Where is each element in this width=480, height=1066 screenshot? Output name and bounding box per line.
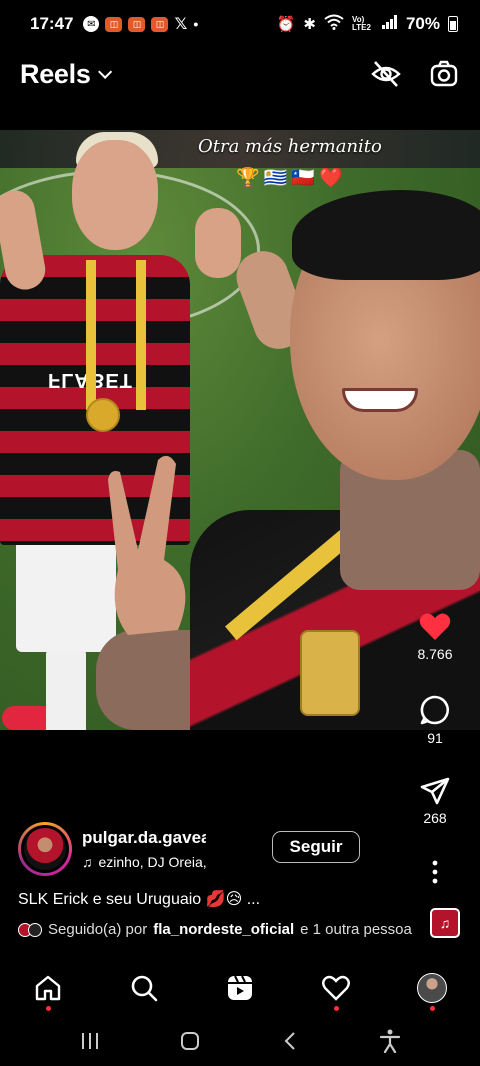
player-face <box>72 140 158 250</box>
home-square-icon[interactable] <box>180 1031 200 1051</box>
music-row[interactable]: ♫ ezinho, DJ Oreia, MC Rya <box>82 854 206 870</box>
back-icon[interactable] <box>283 1031 297 1051</box>
username[interactable]: pulgar.da.gavea <box>82 828 206 848</box>
eye-off-icon[interactable] <box>370 58 402 90</box>
nav-activity[interactable] <box>311 963 361 1013</box>
reels-header: Reels <box>0 48 480 100</box>
reels-icon[interactable] <box>226 974 254 1002</box>
followed-prefix: Seguido(a) por <box>48 921 148 938</box>
comment-count: 91 <box>427 730 443 746</box>
network-label: Vo) LTE2 <box>351 15 371 32</box>
comment-icon[interactable] <box>419 694 451 726</box>
x-notification-icon: 𝕏 <box>174 16 188 33</box>
home-system-button[interactable] <box>170 1021 210 1061</box>
nav-search[interactable] <box>119 963 169 1013</box>
profile-avatar[interactable] <box>417 973 447 1003</box>
music-note-icon: ♫ <box>82 854 93 870</box>
nav-home[interactable] <box>23 963 73 1013</box>
more-button[interactable] <box>390 860 480 884</box>
avatar-image <box>21 825 69 873</box>
share-count: 268 <box>423 810 447 826</box>
messenger-notification-icon: ✉ <box>83 16 100 32</box>
status-time: 17:47 <box>30 14 74 33</box>
like-button[interactable]: 8.766 <box>390 612 480 662</box>
system-navigation <box>0 1016 480 1066</box>
followed-by-row[interactable]: Seguido(a) por fla_nordeste_oficial e 1 … <box>18 921 412 938</box>
recents-button[interactable] <box>70 1021 110 1061</box>
bluetooth-icon: ✱ <box>303 16 316 33</box>
page-title[interactable]: Reels <box>20 59 91 90</box>
wifi-icon <box>324 14 344 34</box>
share-button[interactable]: 268 <box>390 776 480 826</box>
music-title: ezinho, DJ Oreia, MC Rya <box>98 854 207 870</box>
battery-percent: 70% <box>405 14 440 33</box>
nav-profile[interactable] <box>407 963 457 1013</box>
overlay-caption: Otra más hermanito <box>198 136 382 157</box>
more-notifications-icon: • <box>193 16 199 32</box>
app-notification-icon: ◫ <box>105 16 123 32</box>
audio-icon[interactable]: ♫ <box>430 908 460 938</box>
notification-dot <box>45 1006 51 1011</box>
follower-avatar <box>28 922 42 937</box>
followed-user[interactable]: fla_nordeste_oficial <box>153 921 294 938</box>
home-icon[interactable] <box>34 974 62 1002</box>
notification-dot <box>333 1006 339 1011</box>
accessibility-button[interactable] <box>370 1021 410 1061</box>
author-row: pulgar.da.gavea ♫ ezinho, DJ Oreia, MC R… <box>18 822 206 876</box>
followed-suffix: e 1 outra pessoa <box>300 921 412 938</box>
app-notification-icon: ◫ <box>151 16 169 32</box>
heart-icon[interactable] <box>322 975 350 1001</box>
like-count: 8.766 <box>417 646 453 662</box>
accessibility-icon[interactable] <box>379 1029 401 1053</box>
alarm-icon: ⏰ <box>276 16 296 33</box>
notification-dot <box>429 1006 435 1011</box>
chevron-down-icon[interactable] <box>97 64 112 79</box>
follow-button[interactable]: Seguir <box>272 831 360 863</box>
post-caption[interactable]: SLK Erick e seu Uruguaio 💋😥 ... <box>18 889 260 909</box>
back-button[interactable] <box>270 1021 310 1061</box>
signal-icon <box>381 15 398 33</box>
medal <box>86 398 120 432</box>
nav-reels[interactable] <box>215 963 265 1013</box>
overlay-emojis: 🏆🇺🇾🇨🇱❤️ <box>236 168 347 189</box>
medal <box>300 630 360 716</box>
recents-icon[interactable] <box>80 1032 100 1050</box>
medal-ribbon <box>86 260 146 410</box>
peace-sign-hand <box>108 455 186 635</box>
heart-icon[interactable] <box>419 612 451 642</box>
camera-icon[interactable] <box>428 58 460 90</box>
more-icon[interactable] <box>430 860 440 884</box>
share-icon[interactable] <box>419 776 451 806</box>
app-notification-icon: ◫ <box>128 16 146 32</box>
status-bar: 17:47 ✉ ◫ ◫ ◫ 𝕏 • ⏰ ✱ Vo) LTE2 70% <box>0 0 480 48</box>
bottom-nav <box>0 960 480 1016</box>
player-leg <box>46 650 86 730</box>
avatar[interactable] <box>18 822 72 876</box>
player-hair <box>292 190 480 280</box>
battery-icon <box>448 16 458 32</box>
player-smile <box>342 388 418 412</box>
comment-button[interactable]: 91 <box>390 694 480 746</box>
player-arm <box>195 208 241 278</box>
search-icon[interactable] <box>130 974 158 1002</box>
